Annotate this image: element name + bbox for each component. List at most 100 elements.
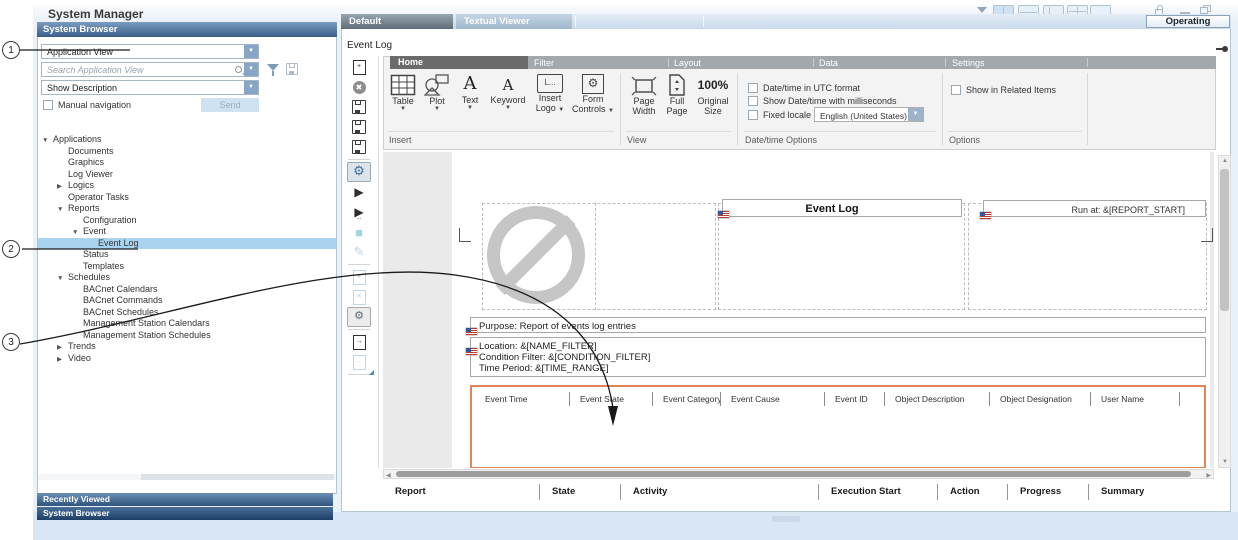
tree-item[interactable]: ▶Logics xyxy=(38,180,336,192)
tree-item[interactable]: ▼Reports xyxy=(38,203,336,215)
tab-textual-viewer[interactable]: Textual Viewer xyxy=(456,14,572,29)
tree-item[interactable]: Status xyxy=(38,249,336,261)
tree-item[interactable]: ▼Applications xyxy=(38,134,336,146)
tab-default[interactable]: Default xyxy=(341,14,453,29)
locale-dropdown[interactable]: English (United States) ▼ xyxy=(814,107,924,122)
chevron-down-icon[interactable]: ▼ xyxy=(244,63,258,76)
tree-item[interactable]: Management Station Schedules xyxy=(38,330,336,342)
ribbon-tab-layout[interactable]: Layout xyxy=(674,58,701,68)
show-related-items-checkbox[interactable] xyxy=(951,85,961,95)
stop-button[interactable]: ■ xyxy=(346,222,372,242)
run-with-options-button[interactable]: ▶... xyxy=(346,202,372,222)
form-controls-button[interactable]: ⚙ Form Controls ▼ xyxy=(570,74,616,115)
ribbon-tab-settings[interactable]: Settings xyxy=(952,58,985,68)
event-table-column[interactable]: Object Description xyxy=(885,392,990,406)
import-definition-button[interactable]: ← xyxy=(346,352,372,372)
tree-item[interactable]: Event Log xyxy=(38,238,336,250)
tree-item[interactable]: ▼Schedules xyxy=(38,272,336,284)
run-report-button[interactable]: ▶ xyxy=(346,182,372,202)
export-excel-button[interactable]: ✕ xyxy=(346,287,372,307)
ribbon-tab-home[interactable]: Home xyxy=(390,56,528,69)
tree-item[interactable]: Configuration xyxy=(38,215,336,227)
scroll-right-icon[interactable]: ▶ xyxy=(1206,472,1211,479)
milliseconds-checkbox[interactable] xyxy=(748,96,758,106)
chevron-down-icon[interactable]: ▼ xyxy=(244,81,258,94)
manual-navigation-checkbox[interactable] xyxy=(43,100,53,110)
event-table-column[interactable]: Event ID xyxy=(825,392,885,406)
tree-item[interactable]: ▼Event xyxy=(38,226,336,238)
plot-button[interactable]: Plot▼ xyxy=(421,74,453,113)
scroll-up-icon[interactable]: ▲ xyxy=(1222,158,1228,164)
event-table-column[interactable]: Event Cause xyxy=(721,392,825,406)
event-table-column[interactable]: Event Category xyxy=(653,392,721,406)
save-search-icon[interactable] xyxy=(286,63,298,75)
scrollbar-thumb[interactable] xyxy=(1220,169,1229,311)
tree-item[interactable]: Templates xyxy=(38,261,336,273)
table-button[interactable]: Table▼ xyxy=(386,74,420,113)
edit-report-button[interactable]: ✎ xyxy=(346,242,372,262)
system-browser-bar[interactable]: System Browser xyxy=(37,507,333,520)
chevron-down-icon[interactable]: ▼ xyxy=(244,45,258,58)
chevron-down-icon[interactable]: ▼ xyxy=(908,108,923,121)
search-input[interactable]: Search Application View ▼ xyxy=(41,62,259,77)
event-table[interactable]: Event TimeEvent StateEvent CategoryEvent… xyxy=(470,385,1206,468)
header-title-region[interactable] xyxy=(718,203,965,310)
tree-item[interactable]: ▶Video xyxy=(38,353,336,365)
fixed-locale-checkbox[interactable] xyxy=(748,110,758,120)
event-table-column[interactable]: Event State xyxy=(570,392,653,406)
text-button[interactable]: A Text▼ xyxy=(454,73,486,112)
tree-item[interactable]: BACnet Schedules xyxy=(38,307,336,319)
report-title-box[interactable]: Event Log xyxy=(722,199,962,217)
export-definition-button[interactable]: → xyxy=(346,332,372,352)
ribbon-tab-filter[interactable]: Filter xyxy=(534,58,554,68)
scrollbar-thumb[interactable] xyxy=(141,474,334,480)
tree-item[interactable]: BACnet Calendars xyxy=(38,284,336,296)
tree-item[interactable]: Documents xyxy=(38,146,336,158)
tree-item[interactable]: Operator Tasks xyxy=(38,192,336,204)
save-all-button[interactable] xyxy=(346,137,372,157)
tree-item[interactable]: BACnet Commands xyxy=(38,295,336,307)
status-column[interactable]: Progress xyxy=(1008,484,1089,500)
event-table-column[interactable]: User Name xyxy=(1091,392,1180,406)
tree-expander-icon[interactable]: ▶ xyxy=(57,354,68,366)
purpose-box[interactable]: Purpose: Report of events log entries xyxy=(470,317,1206,333)
scroll-left-icon[interactable]: ◀ xyxy=(386,472,391,479)
splitter-grip[interactable] xyxy=(772,516,800,522)
run-at-box[interactable]: Run at: &[REPORT_START] xyxy=(983,200,1206,217)
status-column[interactable]: Execution Start xyxy=(819,484,938,500)
ribbon-tab-data[interactable]: Data xyxy=(819,58,838,68)
export-pdf-button[interactable]: ▼ xyxy=(346,267,372,287)
scrollbar-thumb[interactable] xyxy=(396,471,1191,477)
tree-horizontal-scrollbar[interactable] xyxy=(38,474,336,480)
preview-vertical-scrollbar[interactable]: ▲ ▼ xyxy=(1218,155,1231,468)
preview-horizontal-scrollbar[interactable]: ◀ ▶ xyxy=(383,469,1214,479)
tree-item[interactable]: Graphics xyxy=(38,157,336,169)
filters-box[interactable]: Location: &[NAME_FILTER] Condition Filte… xyxy=(470,337,1206,377)
tree-item[interactable]: Log Viewer xyxy=(38,169,336,181)
full-page-button[interactable]: Full Page xyxy=(662,74,692,116)
description-selector-combo[interactable]: Show Description ▼ xyxy=(41,80,259,95)
status-column[interactable]: Activity xyxy=(621,484,819,500)
cancel-button[interactable]: ✖ xyxy=(346,77,372,97)
status-column[interactable]: Action xyxy=(938,484,1008,500)
operating-mode-button[interactable]: Operating xyxy=(1146,15,1230,28)
new-report-definition-button[interactable]: + xyxy=(346,57,372,77)
save-button[interactable] xyxy=(346,97,372,117)
view-selector-combo[interactable]: Application View ▼ xyxy=(41,44,259,59)
insert-logo-button[interactable]: L... Insert Logo ▼ xyxy=(531,74,569,114)
keyword-button[interactable]: A Keyword▼ xyxy=(486,75,530,112)
send-button[interactable]: Send xyxy=(201,98,259,112)
page-width-button[interactable]: Page Width xyxy=(628,76,660,116)
tree-item[interactable]: Management Station Calendars xyxy=(38,318,336,330)
system-browser-header[interactable]: System Browser xyxy=(37,22,337,37)
original-size-button[interactable]: 100% Original Size xyxy=(693,74,733,116)
event-table-column[interactable]: Event Time xyxy=(475,392,570,406)
status-column[interactable]: Summary xyxy=(1089,484,1238,500)
event-table-column[interactable]: Object Designation xyxy=(990,392,1091,406)
status-column[interactable]: State xyxy=(540,484,621,500)
tree-item[interactable]: ▶Trends xyxy=(38,341,336,353)
utc-format-checkbox[interactable] xyxy=(748,83,758,93)
header-runat-region[interactable] xyxy=(968,203,1207,310)
save-as-button[interactable] xyxy=(346,117,372,137)
scroll-down-icon[interactable]: ▼ xyxy=(1222,459,1228,465)
